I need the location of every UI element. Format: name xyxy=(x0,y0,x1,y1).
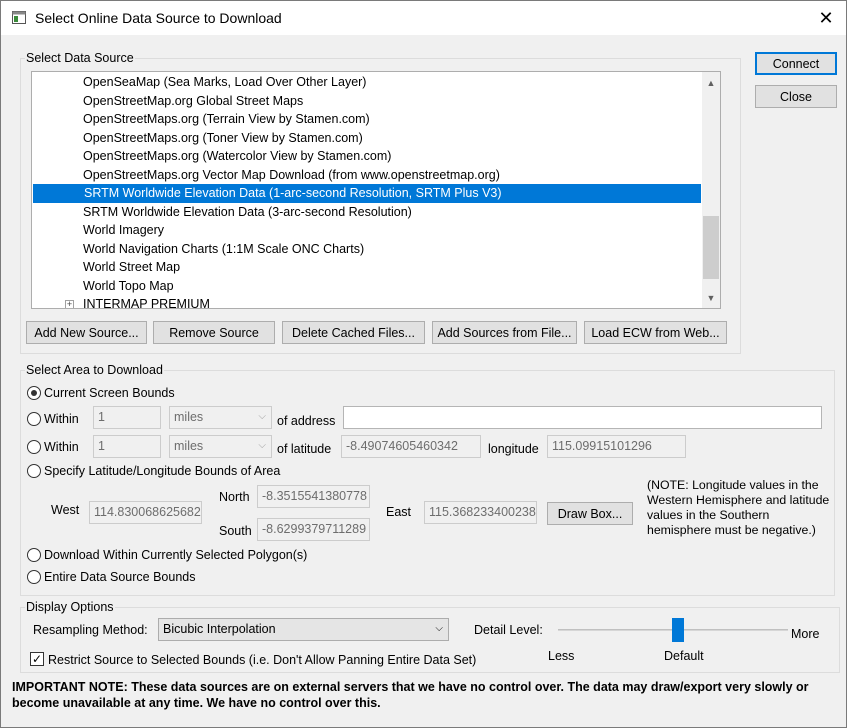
chevron-down-icon: ⌵ xyxy=(258,440,266,451)
list-scrollbar[interactable]: ▲ ▼ xyxy=(702,72,720,308)
negative-values-note: (NOTE: Longitude values in the Western H… xyxy=(647,478,830,537)
scroll-up-icon[interactable]: ▲ xyxy=(702,74,720,91)
of-latitude-label: of latitude xyxy=(277,442,332,456)
detail-more-label: More xyxy=(791,627,820,641)
east-label: East xyxy=(386,505,412,519)
connect-button[interactable]: Connect xyxy=(755,52,837,75)
close-window-icon[interactable]: ✕ xyxy=(807,3,845,33)
polygons-label: Download Within Currently Selected Polyg… xyxy=(44,548,308,562)
list-item[interactable]: SRTM Worldwide Elevation Data (3-arc-sec… xyxy=(32,203,702,222)
chevron-down-icon: ⌵ xyxy=(435,623,443,634)
latitude-unit-select[interactable]: miles ⌵ xyxy=(169,435,272,458)
polygons-radio[interactable] xyxy=(27,548,41,562)
close-button[interactable]: Close xyxy=(755,85,837,108)
add-new-source-button[interactable]: Add New Source... xyxy=(26,321,147,344)
important-note: IMPORTANT NOTE: These data sources are o… xyxy=(12,680,809,710)
list-item[interactable]: INTERMAP PREMIUM xyxy=(32,295,702,308)
restrict-bounds-checkbox[interactable]: ✓ xyxy=(30,652,44,666)
specify-bounds-radio[interactable] xyxy=(27,464,41,478)
south-input[interactable]: -8.6299379711289 xyxy=(257,518,370,541)
specify-bounds-label: Specify Latitude/Longitude Bounds of Are… xyxy=(44,464,281,478)
address-unit-value: miles xyxy=(174,410,204,424)
list-item[interactable]: OpenStreetMaps.org (Toner View by Stamen… xyxy=(32,129,702,148)
east-input[interactable]: 115.368233400238 xyxy=(424,501,537,524)
data-source-group-label: Select Data Source xyxy=(25,51,135,65)
display-options-group-label: Display Options xyxy=(25,600,115,614)
within-address-label: Within xyxy=(44,412,79,426)
tree-expand-icon[interactable]: + xyxy=(65,300,74,308)
address-input[interactable] xyxy=(343,406,822,429)
latitude-unit-value: miles xyxy=(174,439,204,453)
entire-bounds-label: Entire Data Source Bounds xyxy=(44,570,196,584)
resampling-select[interactable]: Bicubic Interpolation ⌵ xyxy=(158,618,449,641)
entire-bounds-radio[interactable] xyxy=(27,570,41,584)
load-ecw-from-web-button[interactable]: Load ECW from Web... xyxy=(584,321,727,344)
add-sources-from-file-button[interactable]: Add Sources from File... xyxy=(432,321,577,344)
draw-box-button[interactable]: Draw Box... xyxy=(547,502,633,525)
chevron-down-icon: ⌵ xyxy=(258,411,266,422)
detail-level-label: Detail Level: xyxy=(474,623,543,637)
of-address-label: of address xyxy=(277,414,336,428)
latitude-input[interactable]: -8.49074605460342 xyxy=(341,435,481,458)
scroll-down-icon[interactable]: ▼ xyxy=(702,289,720,306)
south-label: South xyxy=(219,524,252,538)
north-label: North xyxy=(219,490,250,504)
list-item[interactable]: World Street Map xyxy=(32,258,702,277)
restrict-bounds-label: Restrict Source to Selected Bounds (i.e.… xyxy=(48,653,477,667)
data-source-list[interactable]: OpenSeaMap (Sea Marks, Load Over Other L… xyxy=(31,71,721,309)
detail-less-label: Less xyxy=(548,649,575,663)
list-item[interactable]: OpenSeaMap (Sea Marks, Load Over Other L… xyxy=(32,73,702,92)
longitude-label: longitude xyxy=(488,442,539,456)
address-unit-select[interactable]: miles ⌵ xyxy=(169,406,272,429)
title-bar: Select Online Data Source to Download ✕ xyxy=(1,1,846,35)
resampling-label: Resampling Method: xyxy=(33,623,148,637)
window-title: Select Online Data Source to Download xyxy=(35,10,282,26)
detail-default-label: Default xyxy=(664,649,704,663)
list-item[interactable]: OpenStreetMaps.org (Watercolor View by S… xyxy=(32,147,702,166)
west-input[interactable]: 114.830068625682 xyxy=(89,501,202,524)
current-screen-radio[interactable] xyxy=(27,386,41,400)
remove-source-button[interactable]: Remove Source xyxy=(153,321,275,344)
within-address-radio[interactable] xyxy=(27,412,41,426)
list-item[interactable]: OpenStreetMaps.org Vector Map Download (… xyxy=(32,166,702,185)
scroll-thumb[interactable] xyxy=(703,216,719,279)
detail-level-slider-thumb[interactable] xyxy=(671,618,684,642)
west-label: West xyxy=(51,503,80,517)
resampling-value: Bicubic Interpolation xyxy=(163,622,276,636)
list-item[interactable]: World Topo Map xyxy=(32,277,702,296)
list-item[interactable]: OpenStreetMaps.org (Terrain View by Stam… xyxy=(32,110,702,129)
within-latitude-radio[interactable] xyxy=(27,440,41,454)
address-distance-input[interactable]: 1 xyxy=(93,406,161,429)
longitude-input[interactable]: 115.09915101296 xyxy=(547,435,686,458)
list-item[interactable]: World Imagery xyxy=(32,221,702,240)
list-item[interactable]: World Navigation Charts (1:1M Scale ONC … xyxy=(32,240,702,259)
within-latitude-label: Within xyxy=(44,440,79,454)
area-group-label: Select Area to Download xyxy=(25,363,164,377)
latitude-distance-input[interactable]: 1 xyxy=(93,435,161,458)
list-item[interactable]: SRTM Worldwide Elevation Data (1-arc-sec… xyxy=(33,184,701,203)
north-input[interactable]: -8.3515541380778 xyxy=(257,485,370,508)
current-screen-label: Current Screen Bounds xyxy=(44,386,175,400)
app-window-icon xyxy=(12,11,26,24)
delete-cached-files-button[interactable]: Delete Cached Files... xyxy=(282,321,425,344)
list-item[interactable]: OpenStreetMap.org Global Street Maps xyxy=(32,92,702,111)
dialog-window: Select Online Data Source to Download ✕ … xyxy=(0,0,847,728)
